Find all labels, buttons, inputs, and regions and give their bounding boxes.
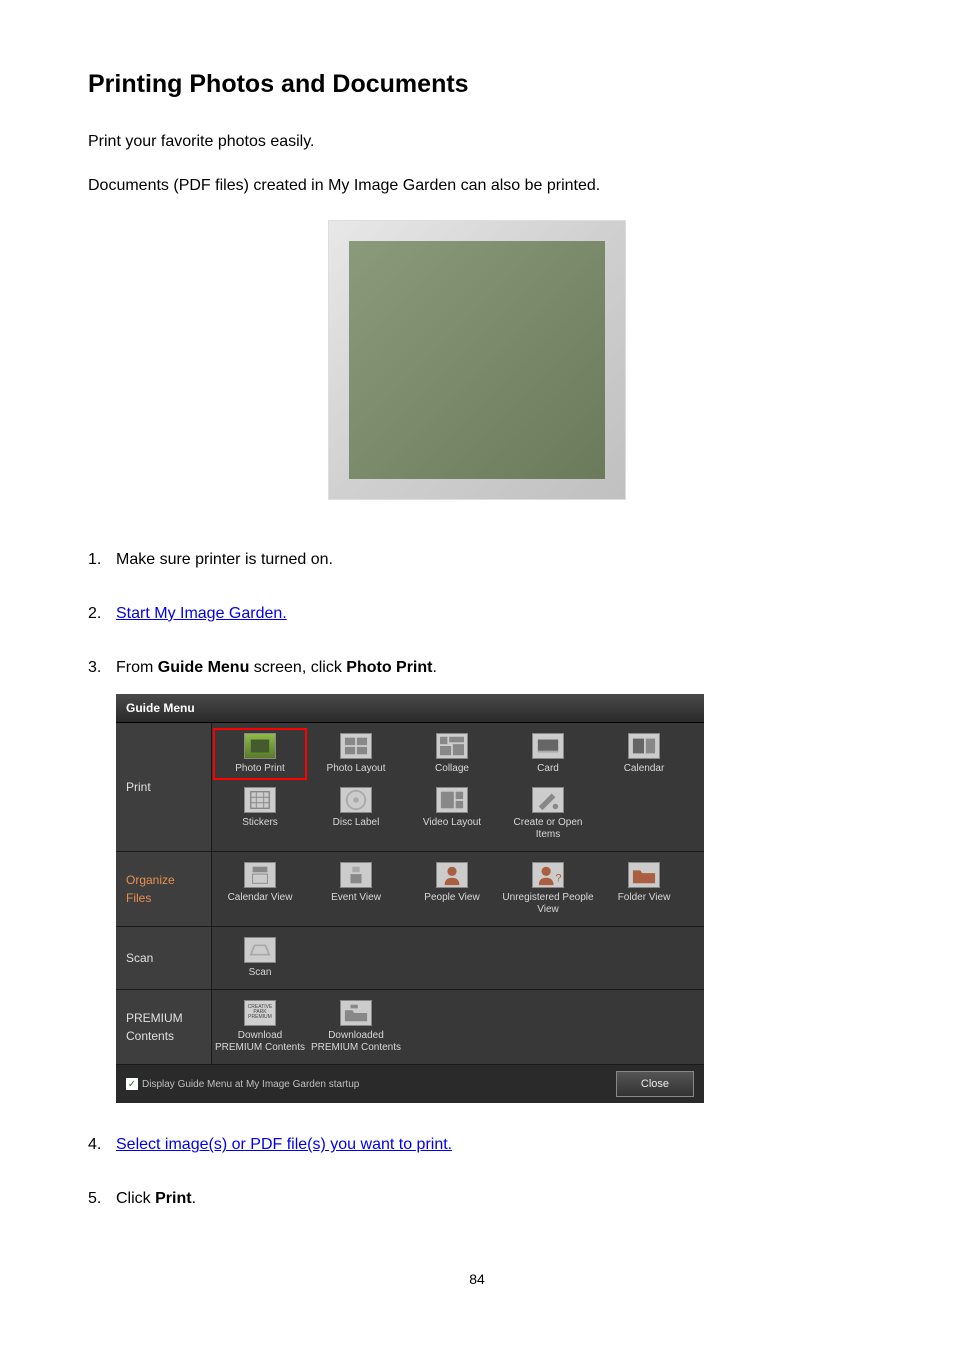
unregistered-people-icon: ?	[532, 862, 564, 888]
step-5-pre: Click	[116, 1190, 155, 1207]
item-create-open[interactable]: Create or Open Items	[500, 781, 596, 847]
intro-paragraph-2: Documents (PDF files) created in My Imag…	[88, 175, 866, 197]
page-title: Printing Photos and Documents	[88, 70, 866, 99]
item-calendar[interactable]: Calendar	[596, 727, 692, 781]
step-5-bold: Print	[155, 1190, 191, 1207]
hero-illustration	[328, 220, 626, 500]
item-calendar-view[interactable]: Calendar View	[212, 856, 308, 922]
startup-checkbox-row[interactable]: ✓ Display Guide Menu at My Image Garden …	[126, 1077, 359, 1092]
item-disc-label[interactable]: Disc Label	[308, 781, 404, 847]
create-open-icon	[532, 787, 564, 813]
item-card[interactable]: Card	[500, 727, 596, 781]
intro-paragraph-1: Print your favorite photos easily.	[88, 131, 866, 153]
calendar-view-icon	[244, 862, 276, 888]
step-2: Start My Image Garden.	[116, 602, 866, 626]
photo-print-icon	[244, 733, 276, 759]
step-5-post: .	[192, 1190, 196, 1207]
start-my-image-garden-link[interactable]: Start My Image Garden.	[116, 605, 287, 622]
disc-label-icon	[340, 787, 372, 813]
close-button[interactable]: Close	[616, 1071, 694, 1098]
step-5: Click Print.	[116, 1187, 866, 1211]
step-3-pre: From	[116, 659, 158, 676]
check-icon: ✓	[126, 1078, 138, 1090]
calendar-icon	[628, 733, 660, 759]
people-view-icon	[436, 862, 468, 888]
section-label-organize: Organize Files	[116, 852, 212, 926]
item-scan[interactable]: Scan	[212, 931, 308, 985]
select-images-link[interactable]: Select image(s) or PDF file(s) you want …	[116, 1136, 452, 1153]
guide-menu-header: Guide Menu	[116, 694, 704, 723]
page-number: 84	[88, 1271, 866, 1287]
download-premium-icon: CREATIVEPARKPREMIUM	[244, 1000, 276, 1026]
item-event-view[interactable]: Event View	[308, 856, 404, 922]
video-layout-icon	[436, 787, 468, 813]
step-3-bold-1: Guide Menu	[158, 659, 250, 676]
card-icon	[532, 733, 564, 759]
event-view-icon	[340, 862, 372, 888]
startup-checkbox-label: Display Guide Menu at My Image Garden st…	[142, 1077, 359, 1092]
item-collage[interactable]: Collage	[404, 727, 500, 781]
item-photo-layout[interactable]: Photo Layout	[308, 727, 404, 781]
step-1: Make sure printer is turned on.	[116, 548, 866, 572]
step-3: From Guide Menu screen, click Photo Prin…	[116, 656, 866, 1104]
step-3-mid: screen, click	[249, 659, 346, 676]
item-unregistered-people[interactable]: ? Unregistered People View	[500, 856, 596, 922]
step-3-bold-2: Photo Print	[346, 659, 432, 676]
section-label-print: Print	[116, 723, 212, 851]
scan-icon	[244, 937, 276, 963]
item-people-view[interactable]: People View	[404, 856, 500, 922]
svg-text:?: ?	[555, 872, 561, 884]
item-photo-print[interactable]: Photo Print	[212, 727, 308, 781]
section-label-scan: Scan	[116, 927, 212, 989]
item-download-premium[interactable]: CREATIVEPARKPREMIUM Download PREMIUM Con…	[212, 994, 308, 1060]
photo-layout-icon	[340, 733, 372, 759]
item-stickers[interactable]: Stickers	[212, 781, 308, 847]
step-3-post: .	[432, 659, 436, 676]
guide-menu-screenshot: Guide Menu Print Photo Print Phot	[116, 694, 704, 1104]
steps-list: Make sure printer is turned on. Start My…	[88, 548, 866, 1212]
collage-icon	[436, 733, 468, 759]
folder-view-icon	[628, 862, 660, 888]
downloaded-premium-icon	[340, 1000, 372, 1026]
item-downloaded-premium[interactable]: Downloaded PREMIUM Contents	[308, 994, 404, 1060]
item-folder-view[interactable]: Folder View	[596, 856, 692, 922]
step-4: Select image(s) or PDF file(s) you want …	[116, 1133, 866, 1157]
item-video-layout[interactable]: Video Layout	[404, 781, 500, 847]
stickers-icon	[244, 787, 276, 813]
section-label-premium: PREMIUM Contents	[116, 990, 212, 1064]
